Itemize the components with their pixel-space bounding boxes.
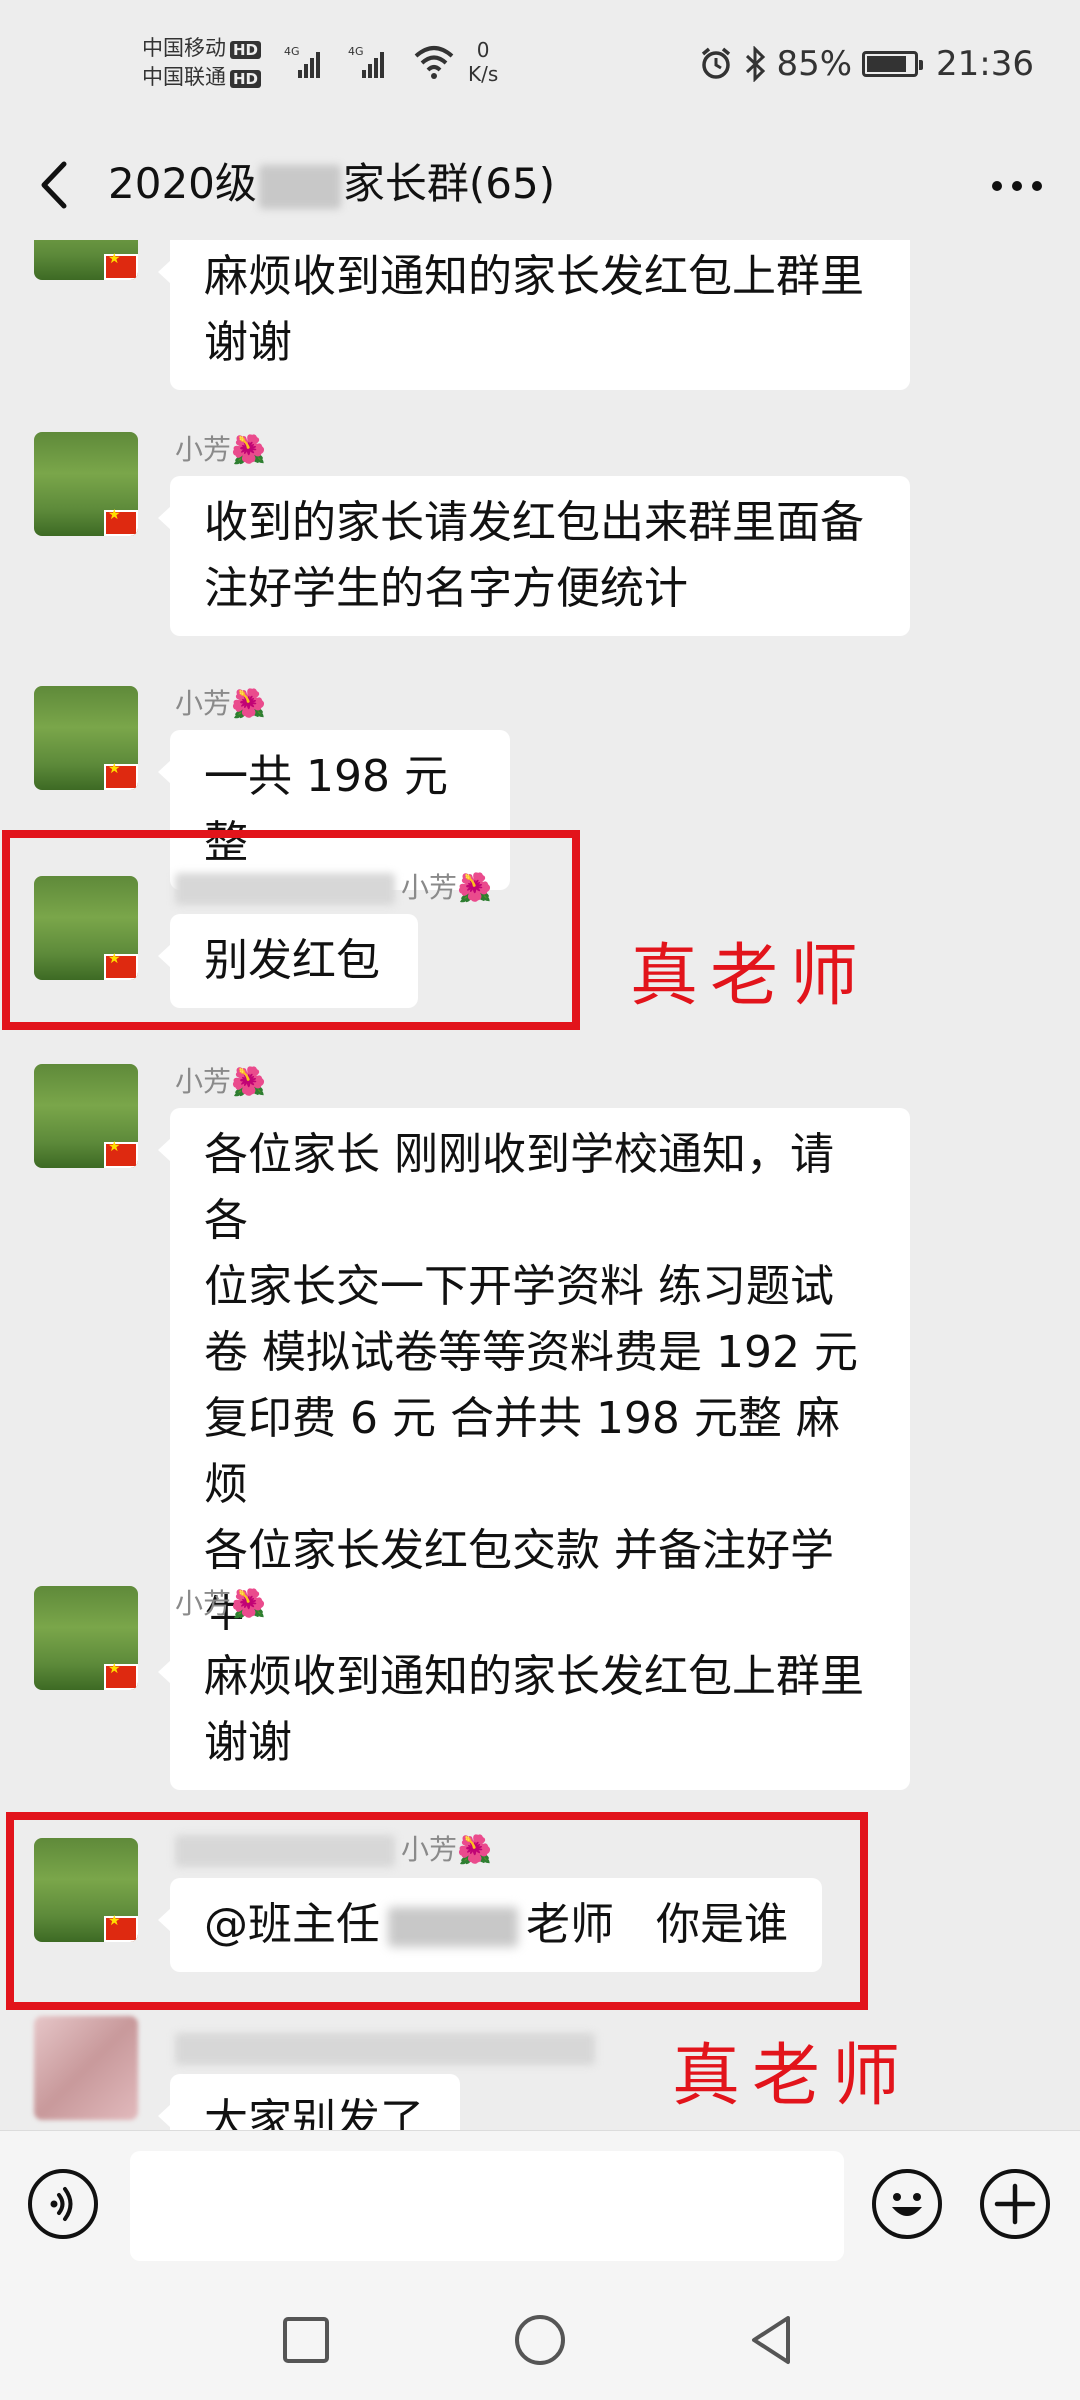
sender-name-text: 小芳	[175, 1587, 232, 1620]
signal-icon: 4G	[348, 45, 384, 78]
highlight-box	[6, 1812, 868, 2010]
carrier-info: 中国移动 HD 中国联通 HD	[142, 34, 262, 92]
avatar[interactable]	[34, 2016, 138, 2120]
avatar[interactable]	[34, 432, 138, 536]
hd-badge: HD	[230, 41, 262, 59]
sender-name: 小芳🌺	[175, 432, 266, 468]
message-input[interactable]	[130, 2151, 844, 2261]
home-icon[interactable]	[512, 2312, 568, 2368]
battery-fill	[867, 56, 906, 72]
net-speed-value: 0	[476, 38, 490, 62]
carrier-1: 中国移动	[142, 36, 226, 60]
chat-title: 2020级 家长群(65)	[108, 152, 555, 216]
avatar[interactable]	[34, 686, 138, 790]
flag-icon	[104, 761, 138, 790]
net-speed: 0 K/s	[468, 38, 498, 86]
voice-icon[interactable]	[28, 2169, 98, 2239]
flag-icon	[104, 251, 138, 280]
signal-icon: 4G	[284, 45, 320, 78]
sender-name-text: 小芳	[175, 687, 232, 720]
status-right: 85% 21:36	[698, 44, 1034, 84]
message-bubble[interactable]: 收到的家长请发红包出来群里面备 注好学生的名字方便统计	[158, 476, 910, 636]
message-list[interactable]: 麻烦收到通知的家长发红包上群里 谢谢 小芳🌺 收到的家长请发红包出来群里面备 注…	[0, 240, 1080, 2130]
emoji-icon[interactable]	[872, 2169, 942, 2239]
flag-icon	[104, 1661, 138, 1690]
message-bubble[interactable]: 大家别发了	[158, 2074, 460, 2130]
carrier-2: 中国联通	[142, 65, 226, 89]
network-type: 4G	[284, 45, 300, 58]
input-bar	[0, 2130, 1080, 2281]
flag-icon	[104, 1139, 138, 1168]
avatar[interactable]	[34, 240, 138, 280]
recent-apps-icon[interactable]	[280, 2314, 332, 2366]
wifi-icon	[414, 46, 454, 79]
flower-emoji: 🌺	[231, 433, 266, 466]
redacted-text	[175, 2033, 595, 2065]
net-speed-unit: K/s	[468, 62, 499, 86]
status-bar: 中国移动 HD 中国联通 HD 4G 4G 0 K/s 85% 21:36	[0, 0, 1080, 130]
chat-header: 2020级 家长群(65)	[0, 130, 1080, 240]
message-bubble[interactable]: 麻烦收到通知的家长发红包上群里 谢谢	[158, 1630, 910, 1790]
sender-name: 小芳🌺	[175, 1586, 266, 1622]
annotation-label: 真老师	[672, 2037, 913, 2116]
battery-percent: 85%	[776, 44, 853, 84]
highlight-box	[2, 830, 580, 1030]
flower-emoji: 🌺	[231, 1587, 266, 1620]
sender-name: 小芳🌺	[175, 1064, 266, 1100]
annotation-label: 真老师	[630, 937, 871, 1016]
hd-badge: HD	[230, 70, 262, 88]
redacted-text	[258, 164, 341, 209]
sender-name-text: 小芳	[175, 1065, 232, 1098]
flower-emoji: 🌺	[231, 687, 266, 720]
system-nav-bar	[0, 2280, 1080, 2400]
battery-icon	[862, 51, 924, 77]
avatar[interactable]	[34, 1064, 138, 1168]
flag-icon	[104, 507, 138, 536]
bluetooth-icon	[746, 46, 766, 82]
back-arrow-icon[interactable]	[30, 150, 80, 220]
title-prefix: 2020级	[108, 159, 257, 208]
alarm-icon	[702, 47, 731, 79]
sender-name-text: 小芳	[175, 433, 232, 466]
message-bubble[interactable]: 麻烦收到通知的家长发红包上群里 谢谢	[158, 240, 910, 390]
more-dots-icon[interactable]	[986, 156, 1048, 216]
flower-emoji: 🌺	[231, 1065, 266, 1098]
title-suffix: 家长群(65)	[342, 159, 556, 208]
plus-icon[interactable]	[980, 2169, 1050, 2239]
back-nav-icon[interactable]	[744, 2312, 800, 2368]
avatar[interactable]	[34, 1586, 138, 1690]
sender-name	[175, 2030, 601, 2066]
sender-name: 小芳🌺	[175, 686, 266, 722]
clock: 21:36	[936, 44, 1034, 84]
network-type: 4G	[348, 45, 364, 58]
